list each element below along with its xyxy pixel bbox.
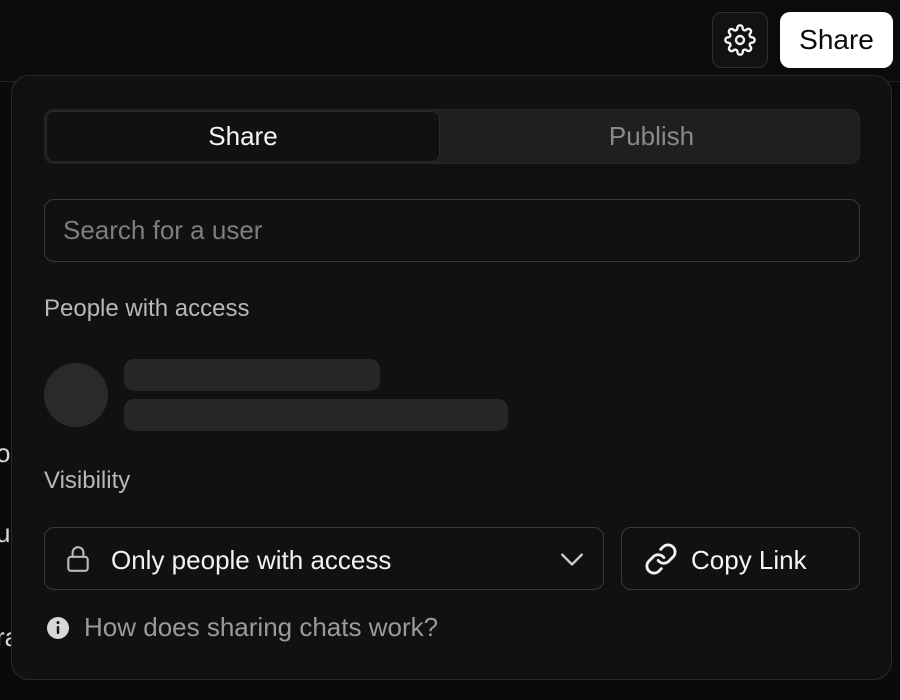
chevron-down-icon	[561, 553, 583, 566]
share-publish-toggle: Share Publish	[44, 109, 860, 164]
skeleton-email-line	[124, 399, 508, 431]
people-with-access-heading: People with access	[44, 295, 250, 322]
background-text-fragment: o	[0, 438, 11, 468]
visibility-heading: Visibility	[44, 467, 131, 494]
link-icon	[645, 543, 677, 575]
share-button[interactable]: Share	[780, 12, 893, 68]
share-dialog: Share Publish People with access Visibil…	[11, 75, 892, 680]
settings-button[interactable]	[712, 12, 768, 68]
background-text-fragment: u	[0, 518, 11, 548]
skeleton-name-line	[124, 359, 380, 391]
copy-link-label: Copy Link	[691, 545, 807, 575]
gear-icon	[724, 24, 756, 56]
avatar-placeholder	[44, 363, 108, 427]
info-icon	[47, 617, 69, 639]
copy-link-button[interactable]: Copy Link	[621, 527, 860, 590]
tab-publish[interactable]: Publish	[445, 111, 858, 162]
visibility-selected-value: Only people with access	[111, 545, 392, 575]
tab-share[interactable]: Share	[46, 111, 440, 162]
visibility-select[interactable]: Only people with access	[44, 527, 604, 590]
top-bar: Share	[0, 0, 900, 82]
lock-icon	[67, 546, 89, 572]
search-user-input[interactable]	[44, 199, 860, 262]
help-label: How does sharing chats work?	[84, 612, 439, 642]
